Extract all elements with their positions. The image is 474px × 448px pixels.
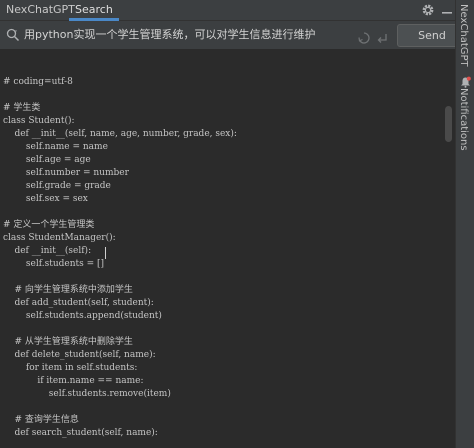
code-line: # 查询学生信息	[3, 415, 79, 425]
code-line: # 从学生管理系统中删除学生	[3, 337, 133, 347]
search-input[interactable]: 用python实现一个学生管理系统，可以对学生信息进行维护	[0, 21, 390, 49]
code-line: self.students.remove(item)	[3, 389, 171, 399]
code-line: self.name = name	[3, 142, 108, 152]
tab-bar: NexChatGPT Search	[0, 0, 455, 21]
code-line: # 定义一个学生管理类	[3, 220, 95, 230]
code-line: self.sex = sex	[3, 194, 88, 204]
gear-icon[interactable]	[421, 3, 435, 17]
search-bar: 用python实现一个学生管理系统，可以对学生信息进行维护 Send	[0, 21, 467, 50]
cancel-icon[interactable]	[358, 29, 370, 48]
code-line: # 向学生管理系统中添加学生	[3, 285, 133, 295]
vertical-scrollbar[interactable]	[445, 106, 452, 142]
search-query-text: 用python实现一个学生管理系统，可以对学生信息进行维护	[24, 28, 316, 41]
code-line: def add_student(self, student):	[3, 298, 154, 308]
code-line: self.number = number	[3, 168, 129, 178]
code-line: for item in self.students:	[3, 363, 138, 373]
code-line: if item.name == name:	[3, 376, 144, 386]
code-line: def search_student(self, name):	[3, 428, 158, 438]
search-icon	[6, 27, 20, 46]
chat-tool-window: NexChatGPT Search 用python实现一个学生管理系统，可以对学…	[0, 0, 467, 448]
code-output-area[interactable]: # coding=utf-8 # 学生类 class Student(): def …	[0, 50, 455, 448]
right-tool-strip: NexChatGPT Notifications	[455, 0, 474, 448]
code-line: self.students = []	[3, 259, 105, 269]
sidebar-tab-nexchatgpt[interactable]: NexChatGPT	[458, 4, 469, 67]
code-line: self.students.append(student)	[3, 311, 162, 321]
code-line: self.age = age	[3, 155, 91, 165]
code-line: def __init__(self, name, age, number, gr…	[3, 129, 237, 139]
sidebar-tab-notifications[interactable]: Notifications	[458, 88, 469, 151]
code-line: # coding=utf-8	[3, 77, 73, 87]
text-cursor	[105, 247, 106, 259]
code-line: # 学生类	[3, 103, 41, 113]
enter-icon[interactable]	[376, 29, 388, 48]
code-line: class StudentManager():	[3, 233, 116, 243]
code-line: class Student():	[3, 116, 75, 126]
window-toolbar	[421, 2, 453, 18]
code-line: self.grade = grade	[3, 181, 111, 191]
minimize-icon[interactable]	[441, 3, 453, 17]
code-line: def __init__(self):	[3, 246, 92, 256]
tab-search[interactable]: Search	[69, 0, 119, 21]
code-line: def delete_student(self, name):	[3, 350, 156, 360]
